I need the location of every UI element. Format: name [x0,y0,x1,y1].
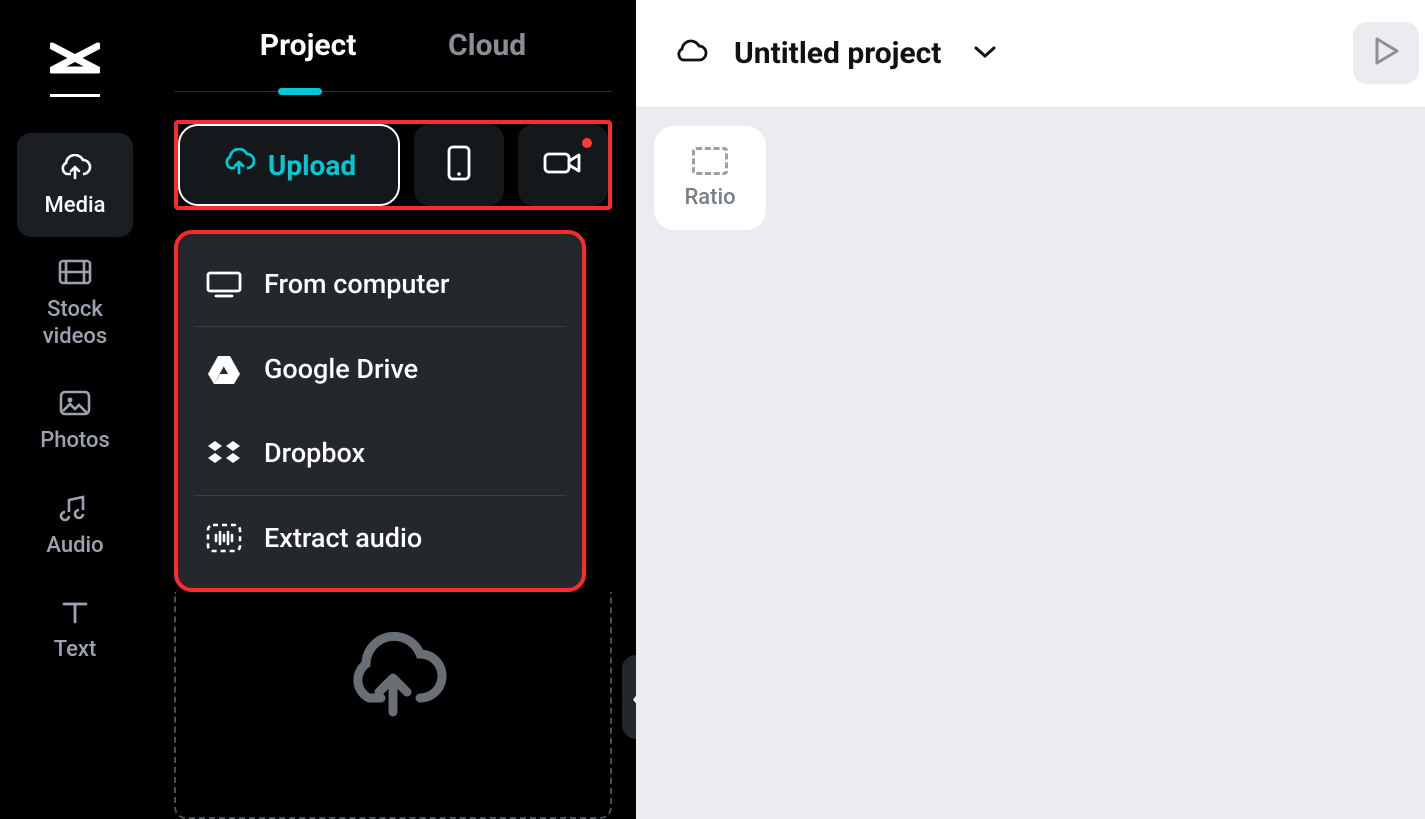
dropdown-label: Dropbox [264,437,365,469]
dropdown-dropbox[interactable]: Dropbox [184,411,576,495]
dropdown-label: From computer [264,268,449,300]
upload-button-label: Upload [268,149,356,182]
dropdown-extract-audio[interactable]: Extract audio [184,496,576,580]
cloud-upload-icon [58,151,92,185]
dropbox-icon [206,438,242,468]
dropdown-label: Extract audio [264,522,422,554]
sidebar-item-media[interactable]: Media [17,133,133,237]
upload-dropdown: From computer Google Drive Dropbox Extra… [174,230,586,592]
sidebar-item-stock-videos[interactable]: Stock videos [17,237,133,368]
sidebar-item-audio[interactable]: Audio [17,473,133,577]
sidebar-item-photos[interactable]: Photos [17,368,133,472]
app-logo [50,40,100,80]
phone-icon [447,145,471,185]
sidebar-item-text[interactable]: Text [17,577,133,681]
sidebar-item-label: Photos [40,428,110,454]
photo-icon [58,386,92,420]
tab-cloud[interactable]: Cloud [448,28,526,63]
play-button[interactable] [1353,22,1419,84]
dropdown-label: Google Drive [264,353,418,385]
media-drop-zone[interactable] [174,592,612,819]
cloud-icon [672,38,708,70]
sidebar-item-label: Stock videos [43,297,108,350]
monitor-icon [206,269,242,299]
play-icon [1372,36,1400,70]
dropdown-google-drive[interactable]: Google Drive [184,327,576,411]
ratio-label: Ratio [684,185,735,210]
ratio-button[interactable]: Ratio [654,126,766,230]
sidebar-item-label: Media [45,193,106,219]
logo-underline [50,94,100,97]
record-source-button[interactable] [518,124,608,206]
chevron-down-icon[interactable] [973,44,997,63]
upload-source-row: Upload [174,120,612,210]
camcorder-icon [543,149,583,181]
upload-button[interactable]: Upload [178,124,400,206]
extract-audio-icon [206,523,242,553]
google-drive-icon [206,354,242,384]
recording-indicator-dot [582,138,592,148]
tab-project[interactable]: Project [260,28,357,63]
media-panel: Project Cloud Upload From compu [150,0,636,819]
ratio-icon [692,147,728,175]
panel-tabs: Project Cloud [174,18,612,92]
filmstrip-icon [58,255,92,289]
cloud-upload-large-icon [338,628,448,722]
editor-canvas[interactable]: Ratio [636,108,1425,819]
phone-source-button[interactable] [414,124,504,206]
sidebar-item-label: Text [54,637,97,663]
editor-right-area: Untitled project Ratio [636,0,1425,819]
music-note-icon [58,491,92,525]
left-sidebar: Media Stock videos Photos Audio Text [0,0,150,819]
editor-topbar: Untitled project [636,0,1425,108]
dropdown-from-computer[interactable]: From computer [184,242,576,326]
text-icon [58,595,92,629]
sidebar-item-label: Audio [46,533,103,559]
project-title[interactable]: Untitled project [734,36,941,71]
tab-underline [278,88,322,95]
cloud-upload-icon [222,148,256,183]
